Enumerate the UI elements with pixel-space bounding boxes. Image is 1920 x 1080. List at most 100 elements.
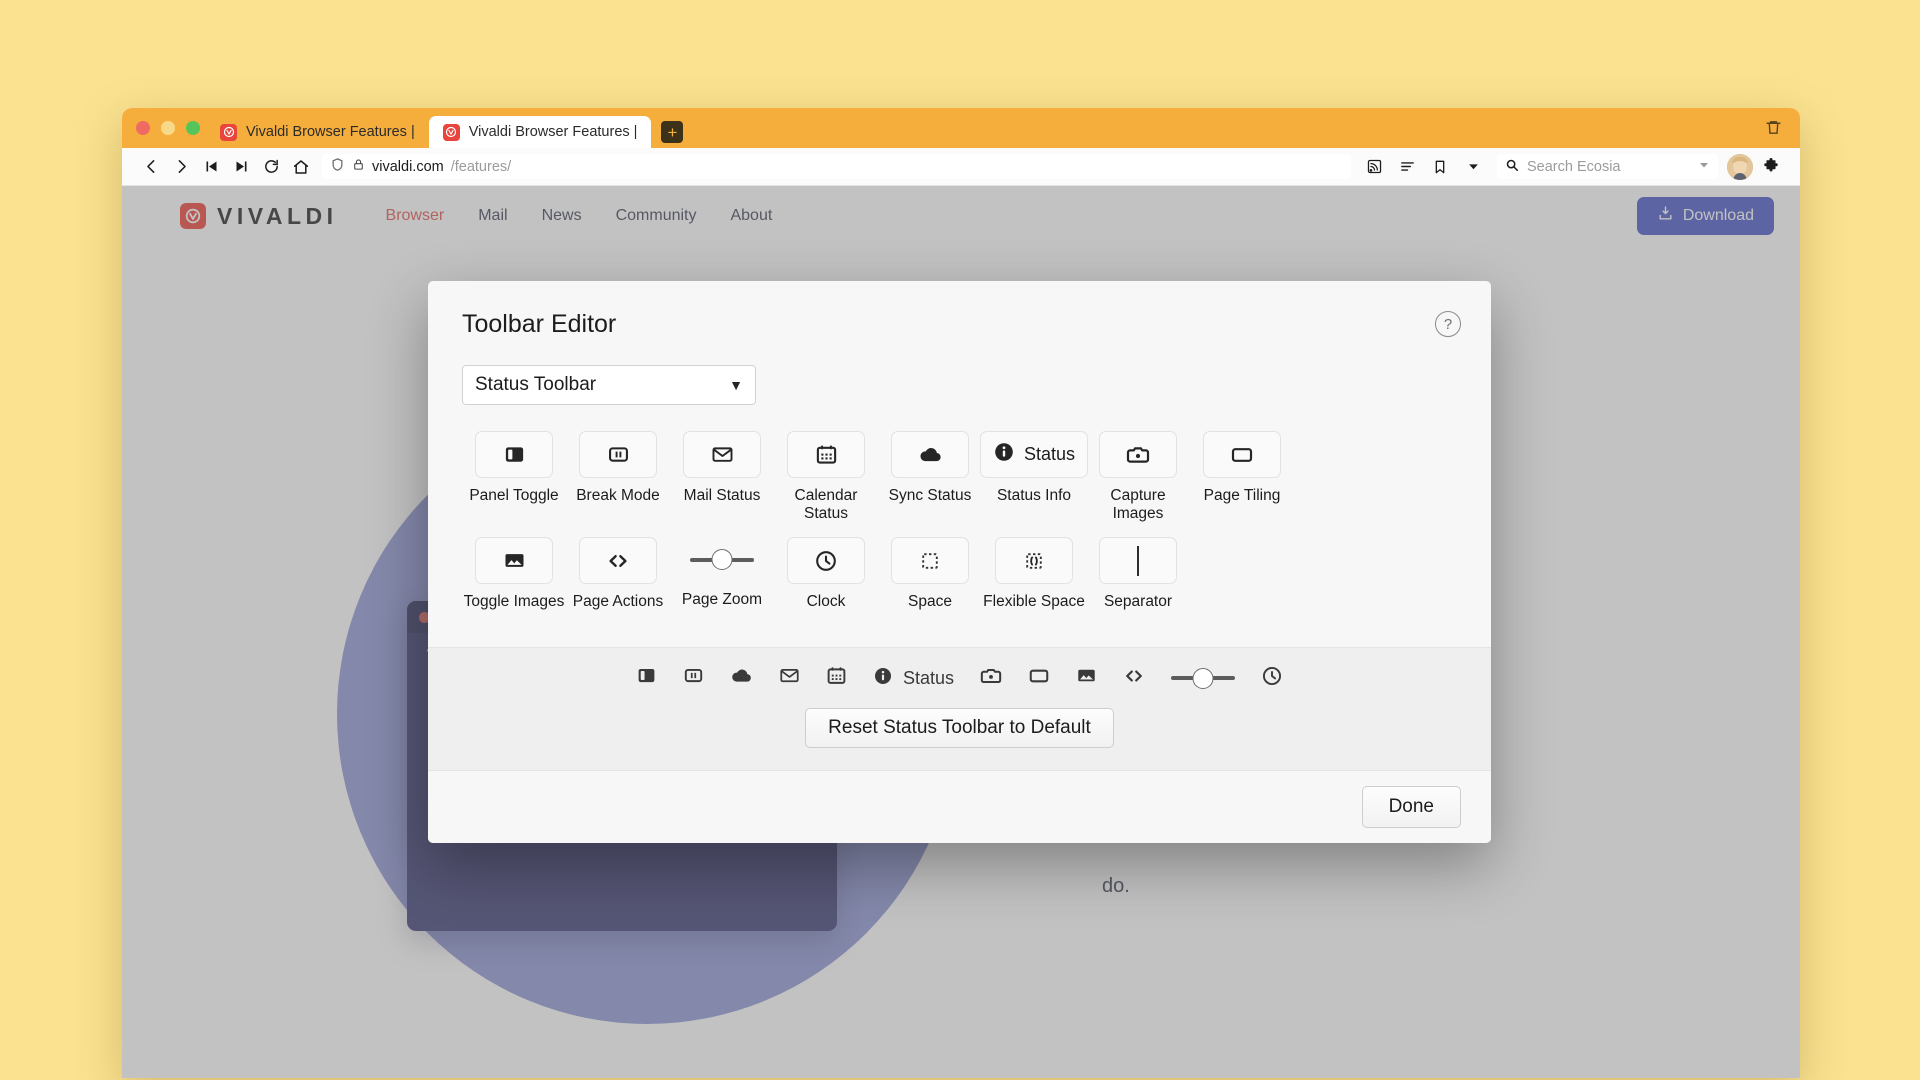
help-icon[interactable]: ? [1435, 311, 1461, 337]
search-field[interactable]: Search Ecosia [1497, 154, 1718, 179]
trash-icon[interactable] [1765, 119, 1782, 141]
rss-feed-icon[interactable] [1359, 152, 1389, 182]
toolbar-item-page-zoom[interactable]: Page Zoom [670, 537, 774, 625]
item-label: Page Actions [573, 593, 663, 611]
toolbar-right-group: Search Ecosia [1359, 152, 1786, 182]
separator-icon [1099, 537, 1177, 584]
maximize-window-button[interactable] [186, 121, 200, 135]
item-label: Panel Toggle [469, 487, 558, 505]
avatar[interactable] [1727, 154, 1753, 180]
desktop-background: Vivaldi Browser Features | Vivaldi Brows… [0, 0, 1920, 1080]
address-field[interactable]: vivaldi.com/features/ [322, 154, 1351, 179]
cloud-icon[interactable] [730, 664, 753, 692]
shield-icon[interactable] [330, 157, 345, 176]
dialog-header: Toolbar Editor ? Status Toolbar ▼ [428, 281, 1491, 405]
search-engine-caret-icon[interactable] [1698, 159, 1710, 175]
toolbar-item-clock[interactable]: Clock [774, 537, 878, 625]
slider-icon [678, 537, 766, 582]
dialog-footer: Done [428, 770, 1491, 843]
image-icon[interactable] [1076, 665, 1097, 691]
address-host: vivaldi.com [372, 159, 444, 175]
preview-status-text[interactable]: Status [903, 668, 954, 689]
camera-icon [1099, 431, 1177, 478]
toolbar-item-sync-status[interactable]: Sync Status [878, 431, 982, 537]
forward-icon[interactable] [166, 152, 196, 182]
page-tiling-icon[interactable] [1028, 665, 1050, 692]
tab-title: Vivaldi Browser Features | [469, 124, 638, 140]
item-label: Break Mode [576, 487, 660, 505]
window-controls [136, 121, 200, 135]
toolbar-item-toggle-images[interactable]: Toggle Images [462, 537, 566, 625]
toolbar-item-mail-status[interactable]: Mail Status [670, 431, 774, 537]
minimize-window-button[interactable] [161, 121, 175, 135]
new-tab-button[interactable]: + [661, 121, 683, 143]
tab-bar: Vivaldi Browser Features | Vivaldi Brows… [122, 108, 1800, 148]
toolbar-item-status-info[interactable]: Status Status Info [982, 431, 1086, 537]
toolbar-select[interactable]: Status Toolbar ▼ [462, 365, 756, 405]
chevron-down-icon[interactable] [1458, 152, 1488, 182]
calendar-icon [787, 431, 865, 478]
bookmark-icon[interactable] [1425, 152, 1455, 182]
page-tiling-icon [1203, 431, 1281, 478]
fast-forward-icon[interactable] [226, 152, 256, 182]
calendar-icon[interactable] [826, 665, 847, 691]
reload-icon[interactable] [256, 152, 286, 182]
toolbar-item-page-tiling[interactable]: Page Tiling [1190, 431, 1294, 537]
toolbar-preview-strip[interactable]: Status [428, 647, 1491, 708]
clock-icon[interactable] [1261, 665, 1283, 692]
home-icon[interactable] [286, 152, 316, 182]
code-brackets-icon[interactable] [1123, 665, 1145, 692]
item-label: Flexible Space [983, 593, 1085, 611]
toolbar-item-break-mode[interactable]: Break Mode [566, 431, 670, 537]
items-row-2: Toggle Images Page Actions Page Zoom [462, 537, 1457, 625]
close-window-button[interactable] [136, 121, 150, 135]
mail-icon[interactable] [779, 665, 800, 691]
lock-icon [352, 158, 365, 175]
toolbar-item-panel-toggle[interactable]: Panel Toggle [462, 431, 566, 537]
status-info-text: Status [1024, 444, 1075, 465]
dialog-title: Toolbar Editor [462, 310, 1457, 339]
toolbar-select-value: Status Toolbar [475, 374, 596, 396]
break-mode-icon [579, 431, 657, 478]
item-label: Capture Images [1086, 487, 1190, 523]
browser-tab-active[interactable]: Vivaldi Browser Features | [429, 116, 652, 148]
reset-toolbar-button[interactable]: Reset Status Toolbar to Default [805, 708, 1114, 748]
code-brackets-icon [579, 537, 657, 584]
toolbar-item-separator[interactable]: Separator [1086, 537, 1190, 625]
reset-row: Reset Status Toolbar to Default [428, 708, 1491, 770]
item-label: Page Zoom [682, 591, 762, 609]
info-icon[interactable] [873, 666, 893, 691]
item-label: Calendar Status [774, 487, 878, 523]
back-icon[interactable] [136, 152, 166, 182]
toolbar-item-calendar-status[interactable]: Calendar Status [774, 431, 878, 537]
info-icon [993, 441, 1015, 468]
item-label: Space [908, 593, 952, 611]
camera-icon[interactable] [980, 665, 1002, 692]
break-mode-icon[interactable] [683, 665, 704, 691]
vivaldi-favicon [220, 124, 237, 141]
address-path: /features/ [451, 159, 511, 175]
chevron-down-icon: ▼ [729, 377, 743, 393]
flexible-space-icon [995, 537, 1073, 584]
toolbar-item-flexible-space[interactable]: Flexible Space [982, 537, 1086, 625]
tab-title: Vivaldi Browser Features | [246, 124, 415, 140]
extensions-icon[interactable] [1756, 152, 1786, 182]
slider-icon[interactable] [1171, 676, 1235, 680]
item-label: Page Tiling [1204, 487, 1281, 505]
item-label: Clock [807, 593, 846, 611]
done-button[interactable]: Done [1362, 786, 1461, 828]
cloud-icon [891, 431, 969, 478]
toolbar-item-space[interactable]: Space [878, 537, 982, 625]
search-placeholder: Search Ecosia [1527, 159, 1621, 175]
item-label: Toggle Images [464, 593, 565, 611]
panel-toggle-icon[interactable] [636, 665, 657, 691]
toolbar-item-page-actions[interactable]: Page Actions [566, 537, 670, 625]
toolbar-item-capture-images[interactable]: Capture Images [1086, 431, 1190, 537]
image-icon [475, 537, 553, 584]
clock-icon [787, 537, 865, 584]
rewind-icon[interactable] [196, 152, 226, 182]
mail-icon [683, 431, 761, 478]
items-row-1: Panel Toggle Break Mode Mail Status [462, 431, 1457, 537]
browser-tab[interactable]: Vivaldi Browser Features | [206, 116, 429, 148]
reading-list-icon[interactable] [1392, 152, 1422, 182]
